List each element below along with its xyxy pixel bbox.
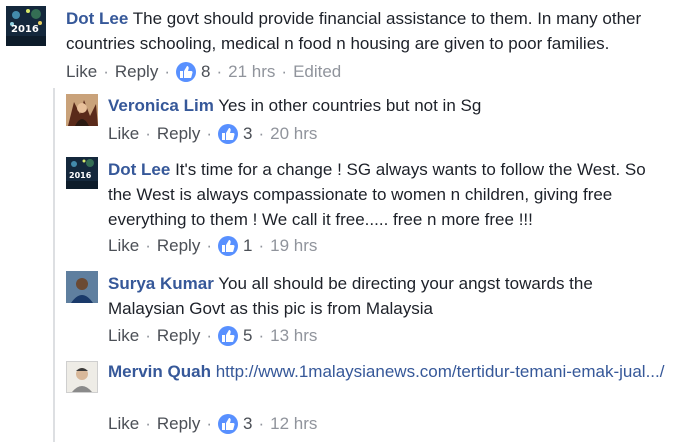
avatar-year-label: 2016 xyxy=(11,24,39,35)
like-thumb-icon[interactable] xyxy=(218,326,238,346)
avatar[interactable] xyxy=(66,271,98,303)
separator: · xyxy=(103,62,109,81)
separator: · xyxy=(258,414,265,433)
separator: · xyxy=(206,414,212,433)
comment-timestamp[interactable]: 21 hrs xyxy=(228,61,275,83)
comment-author-link[interactable]: Surya Kumar xyxy=(108,274,214,293)
comment-text: Yes in other countries but not in Sg xyxy=(218,96,482,115)
like-thumb-icon[interactable] xyxy=(176,62,196,82)
comment-actions: Like · Reply · 1 · 19 hrs xyxy=(108,235,317,257)
profile-photo-icon xyxy=(66,94,98,126)
like-thumb-icon[interactable] xyxy=(218,124,238,144)
comment-timestamp[interactable]: 20 hrs xyxy=(270,123,317,145)
separator: · xyxy=(206,236,212,255)
like-link[interactable]: Like xyxy=(66,61,97,83)
separator: · xyxy=(281,62,288,81)
reply-comment: 2016 Dot Lee It's time for a change ! SG… xyxy=(0,153,696,265)
separator: · xyxy=(145,124,151,143)
profile-photo-icon xyxy=(67,362,97,392)
separator: · xyxy=(145,414,151,433)
comment-text: It's time for a change ! SG always wants… xyxy=(108,160,646,229)
like-count[interactable]: 8 xyxy=(201,61,210,83)
comment-body: Dot Lee It's time for a change ! SG alwa… xyxy=(108,157,668,232)
separator: · xyxy=(206,326,212,345)
separator: · xyxy=(258,326,265,345)
like-count[interactable]: 3 xyxy=(243,413,252,435)
avatar-year-label: 2016 xyxy=(69,171,92,180)
reply-link[interactable]: Reply xyxy=(157,123,200,145)
comment-body: Veronica Lim Yes in other countries but … xyxy=(108,93,688,118)
like-link[interactable]: Like xyxy=(108,123,139,145)
separator: · xyxy=(258,124,265,143)
avatar[interactable]: 2016 xyxy=(66,157,98,189)
reply-comment: Veronica Lim Yes in other countries but … xyxy=(0,90,696,152)
comment-timestamp[interactable]: 13 hrs xyxy=(270,325,317,347)
comment-body: Mervin Quah http://www.1malaysianews.com… xyxy=(108,359,668,384)
like-link[interactable]: Like xyxy=(108,235,139,257)
profile-photo-icon xyxy=(66,271,98,303)
comment-text: The govt should provide financial assist… xyxy=(66,9,642,53)
comment-actions: Like · Reply · 3 · 12 hrs xyxy=(108,413,317,435)
comment-actions: Like · Reply · 8 · 21 hrs · Edited xyxy=(66,61,341,83)
comment-body: Surya Kumar You all should be directing … xyxy=(108,271,668,321)
comment-actions: Like · Reply · 3 · 20 hrs xyxy=(108,123,317,145)
like-thumb-icon[interactable] xyxy=(218,236,238,256)
reply-link[interactable]: Reply xyxy=(157,413,200,435)
like-thumb-icon[interactable] xyxy=(218,414,238,434)
reply-link[interactable]: Reply xyxy=(157,235,200,257)
separator: · xyxy=(216,62,223,81)
reply-comment: Surya Kumar You all should be directing … xyxy=(0,266,696,352)
comment-author-link[interactable]: Veronica Lim xyxy=(108,96,214,115)
like-count[interactable]: 1 xyxy=(243,235,252,257)
comment-timestamp[interactable]: 19 hrs xyxy=(270,235,317,257)
separator: · xyxy=(145,326,151,345)
like-count[interactable]: 3 xyxy=(243,123,252,145)
comment-actions: Like · Reply · 5 · 13 hrs xyxy=(108,325,317,347)
comment-body: Dot Lee The govt should provide financia… xyxy=(66,6,686,56)
reply-comment: Mervin Quah http://www.1malaysianews.com… xyxy=(0,355,696,442)
like-link[interactable]: Like xyxy=(108,325,139,347)
avatar[interactable] xyxy=(66,94,98,126)
edited-label[interactable]: Edited xyxy=(293,61,341,83)
separator: · xyxy=(145,236,151,255)
comment-author-link[interactable]: Mervin Quah xyxy=(108,362,211,381)
comment-author-link[interactable]: Dot Lee xyxy=(108,160,170,179)
separator: · xyxy=(258,236,265,255)
separator: · xyxy=(206,124,212,143)
like-link[interactable]: Like xyxy=(108,413,139,435)
reply-link[interactable]: Reply xyxy=(115,61,158,83)
avatar[interactable]: 2016 xyxy=(6,6,46,46)
comment-url-link[interactable]: http://www.1malaysianews.com/tertidur-te… xyxy=(216,362,665,381)
separator: · xyxy=(164,62,170,81)
avatar[interactable] xyxy=(66,361,98,393)
reply-link[interactable]: Reply xyxy=(157,325,200,347)
comment: 2016 Dot Lee The govt should provide fin… xyxy=(0,0,696,90)
like-count[interactable]: 5 xyxy=(243,325,252,347)
comment-author-link[interactable]: Dot Lee xyxy=(66,9,128,28)
comment-timestamp[interactable]: 12 hrs xyxy=(270,413,317,435)
